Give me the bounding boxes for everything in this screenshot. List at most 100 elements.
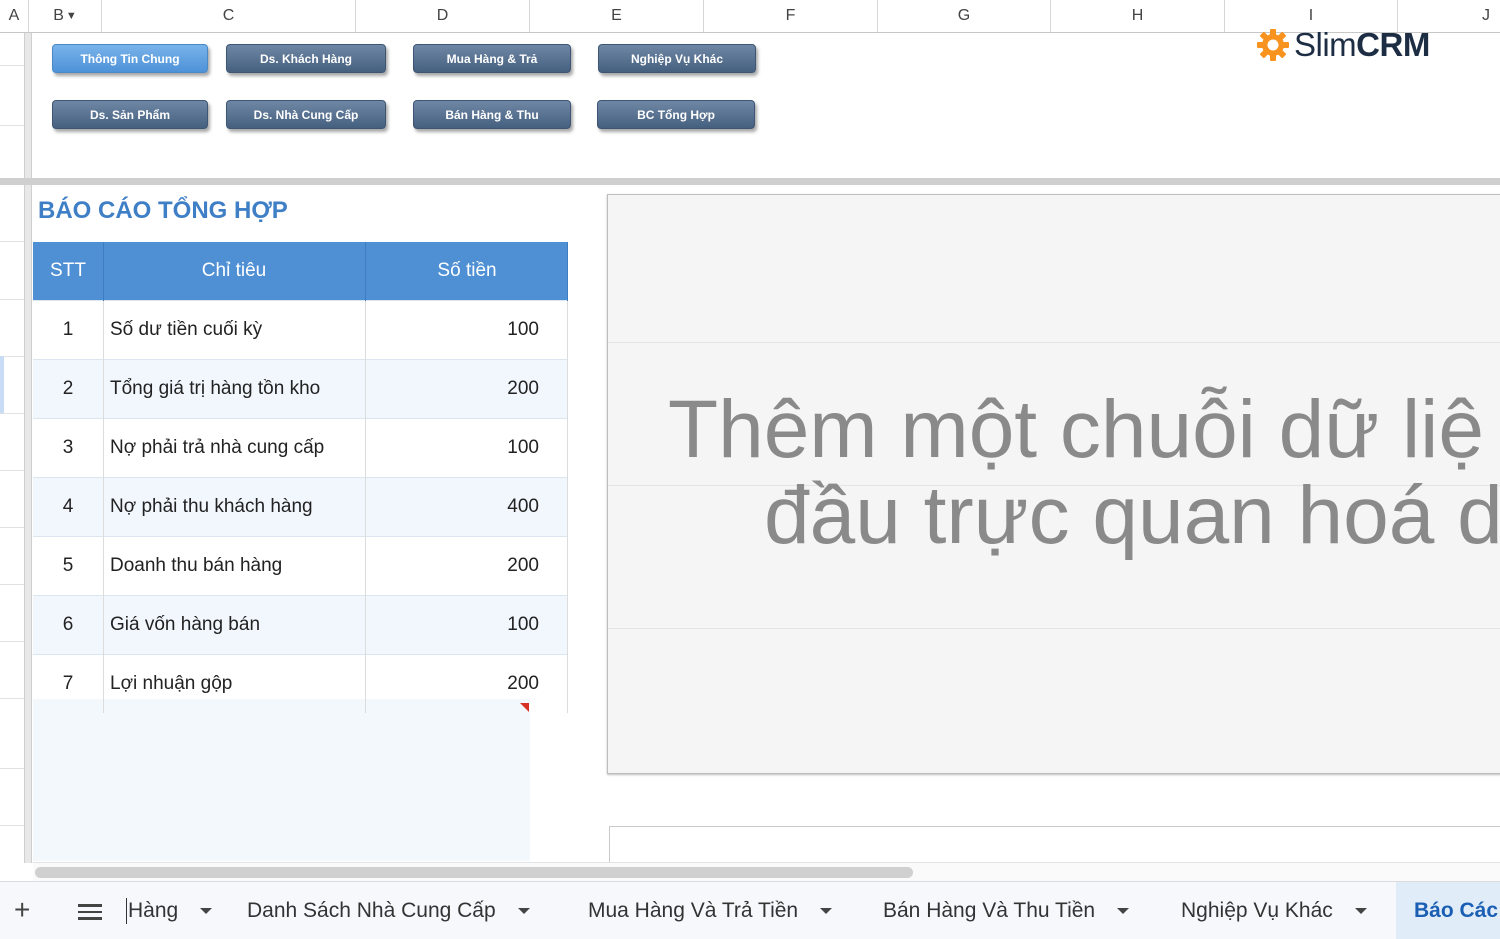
tab-dropdown-icon[interactable] [200,907,213,914]
column-header-g[interactable]: G [878,0,1051,32]
sheet-tab[interactable]: Danh Sách Nhà Cung Cấp [247,882,530,939]
column-label: D [436,7,449,24]
add-sheet-button[interactable]: + [14,896,30,924]
chart-gridline [608,342,1500,343]
tab-dropdown-icon[interactable] [1117,907,1130,914]
chart-gridline [608,628,1500,629]
cell-so-tien[interactable]: 100 [365,595,568,655]
column-label: F [785,7,796,24]
sheet-tab-label: Danh Sách Nhà Cung Cấp [247,898,496,922]
table-row: 1 Số dư tiền cuối kỳ 100 [33,300,568,360]
row-divider [0,698,24,699]
column-header-c[interactable]: C [102,0,356,32]
nav-button-nghiep-vu-khac[interactable]: Nghiệp Vụ Khác [598,44,756,73]
cell-stt[interactable]: 2 [33,359,104,419]
empty-chart-placeholder[interactable]: Thêm một chuỗi dữ liệ đầu trực quan hoá … [607,194,1500,774]
row-divider [0,825,24,826]
table-row: 2 Tổng giá trị hàng tồn kho 200 [33,359,568,419]
cell-chi-tieu[interactable]: Số dư tiền cuối kỳ [103,300,366,360]
sheet-tab[interactable]: Nghiệp Vụ Khác [1181,882,1367,939]
nav-button-ds-nha-cung-cap[interactable]: Ds. Nhà Cung Cấp [226,100,386,129]
horizontal-scrollbar[interactable] [33,862,1500,881]
column-label: I [1308,7,1314,24]
cell-comment-indicator[interactable] [520,703,529,712]
logo-text: SlimCRM [1294,26,1430,64]
logo-text-slim: Slim [1294,26,1357,63]
cell-so-tien[interactable]: 200 [365,359,568,419]
frozen-row-divider[interactable] [0,178,1500,185]
row-divider [0,65,24,66]
report-empty-area[interactable] [33,699,530,861]
sheet-tab-label: Nghiệp Vụ Khác [1181,898,1333,922]
cell-chi-tieu[interactable]: Giá vốn hàng bán [103,595,366,655]
table-row: 4 Nợ phải thu khách hàng 400 [33,477,568,537]
nav-button-ban-hang-thu[interactable]: Bán Hàng & Thu [413,100,571,129]
cell-stt[interactable]: 6 [33,595,104,655]
logo-text-crm: CRM [1356,26,1430,63]
chart-message-line2: đầu trực quan hoá d [764,470,1500,561]
row-divider [0,641,24,642]
table-header-row: STT Chỉ tiêu Số tiền [33,242,568,301]
cell-chi-tieu[interactable]: Nợ phải trả nhà cung cấp [103,418,366,478]
table-row: 6 Giá vốn hàng bán 100 [33,595,568,655]
cell-so-tien[interactable]: 200 [365,536,568,596]
all-sheets-menu-icon[interactable] [78,904,102,924]
cell-stt[interactable]: 3 [33,418,104,478]
sheet-tab-active[interactable]: Báo Các [1396,882,1500,939]
header-chi-tieu[interactable]: Chỉ tiêu [103,242,366,301]
column-label: G [957,7,971,24]
cell-chi-tieu[interactable]: Doanh thu bán hàng [103,536,366,596]
tab-dropdown-icon[interactable] [1354,907,1367,914]
column-label: H [1131,7,1144,24]
cell-so-tien[interactable]: 400 [365,477,568,537]
header-stt[interactable]: STT [33,242,104,301]
column-header-d[interactable]: D [356,0,530,32]
cell-stt[interactable]: 1 [33,300,104,360]
row-gutter[interactable] [0,33,25,863]
cell-so-tien[interactable]: 200 [365,654,568,713]
table-row: 7 Lợi nhuận gộp 200 [33,654,568,713]
frozen-column-divider[interactable] [24,33,32,863]
cell-chi-tieu[interactable]: Nợ phải thu khách hàng [103,477,366,537]
header-so-tien[interactable]: Số tiền [365,242,568,301]
sheet-tab-label: Hàng [128,898,179,922]
table-row: 3 Nợ phải trả nhà cung cấp 100 [33,418,568,478]
column-header-h[interactable]: H [1051,0,1225,32]
tab-dropdown-icon[interactable] [820,907,833,914]
nav-button-ds-khach-hang[interactable]: Ds. Khách Hàng [226,44,386,73]
row-divider [0,584,24,585]
nav-button-ds-san-pham[interactable]: Ds. Sản Phẩm [52,100,208,129]
tab-dropdown-icon[interactable] [517,907,530,914]
sheet-tab[interactable]: Mua Hàng Và Trả Tiền [588,882,833,939]
column-header-f[interactable]: F [704,0,878,32]
cell-chi-tieu[interactable]: Lợi nhuận gộp [103,654,366,713]
cell-stt[interactable]: 7 [33,654,104,713]
row-divider [0,768,24,769]
column-label: B [53,7,64,24]
sheet-tab[interactable]: Bán Hàng Và Thu Tiền [883,882,1130,939]
sheet-tab-bar: + Hàng Danh Sách Nhà Cung Cấp Mua Hàng V… [0,881,1500,939]
column-label: J [1482,7,1490,24]
nav-button-thong-tin-chung[interactable]: Thông Tin Chung [52,44,208,73]
column-header-e[interactable]: E [530,0,704,32]
sheet-tab-label: Báo Các [1414,898,1499,922]
sheet-tab-label: Mua Hàng Và Trả Tiền [588,898,799,922]
cell-stt[interactable]: 5 [33,536,104,596]
scrollbar-thumb[interactable] [35,867,913,878]
cell-chi-tieu[interactable]: Tổng giá trị hàng tồn kho [103,359,366,419]
cell-so-tien[interactable]: 100 [365,418,568,478]
cell-stt[interactable]: 4 [33,477,104,537]
cell-so-tien[interactable]: 100 [365,300,568,360]
report-title: BÁO CÁO TỔNG HỢP [38,197,288,224]
column-label: E [611,7,622,24]
column-filter-icon[interactable]: ▼ [66,10,77,22]
row-divider [0,125,24,126]
sheet-tab[interactable]: Hàng [128,882,213,939]
tab-divider [126,898,127,924]
column-header-b[interactable]: B ▼ [29,0,102,32]
nav-button-mua-hang-tra[interactable]: Mua Hàng & Trả [413,44,571,73]
column-header-a[interactable]: A [0,0,29,32]
nav-button-bc-tong-hop[interactable]: BC Tổng Hợp [597,100,755,129]
sheet-tab-label: Bán Hàng Và Thu Tiền [883,898,1096,922]
summary-report-table: STT Chỉ tiêu Số tiền 1 Số dư tiền cuối k… [33,242,568,713]
